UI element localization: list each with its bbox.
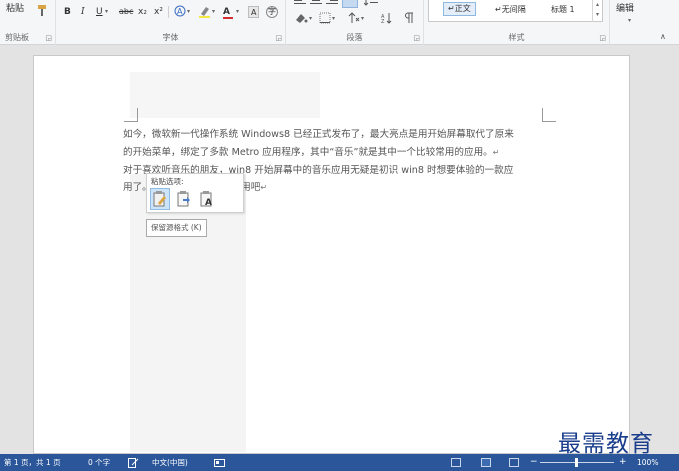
paragraph-line-2: 的开始菜单，绑定了多款 Metro 应用程序，其中“音乐”就是其中一个比较常用的… [123, 144, 553, 162]
paste-options-popup: 粘贴选项: A [146, 173, 244, 213]
subscript-button[interactable]: x₂ [138, 5, 147, 19]
selection-shadow [130, 174, 246, 452]
page[interactable]: 如今，微软新一代操作系统 Windows8 已经正式发布了，最大亮点是用开始屏幕… [33, 55, 630, 454]
styles-group-title: 样式 [508, 33, 525, 42]
keep-source-formatting-icon[interactable] [150, 188, 170, 210]
font-group-title: 字体 [162, 33, 179, 42]
svg-text:A: A [177, 7, 183, 16]
highlight-icon[interactable] [198, 5, 211, 19]
highlight-dropdown-icon[interactable]: ▾ [212, 5, 215, 19]
chinese-layout-dropdown-icon[interactable]: ▾ [361, 12, 364, 26]
format-painter-icon[interactable] [36, 4, 48, 18]
style-normal[interactable]: ↵正文 [443, 2, 476, 16]
document-area: 如今，微软新一代操作系统 Windows8 已经正式发布了，最大亮点是用开始屏幕… [0, 45, 679, 454]
zoom-level[interactable]: 100% [637, 454, 658, 471]
line-spacing-icon[interactable] [363, 0, 378, 10]
style-no-spacing[interactable]: ↵无间隔 [495, 4, 526, 15]
align-center-icon[interactable] [310, 0, 322, 10]
paragraph-mark-icon: ↵ [492, 147, 500, 157]
watermark-logo: 最需教育 [558, 431, 654, 457]
text-effects-dropdown-icon[interactable]: ▾ [187, 5, 190, 19]
chinese-layout-icon[interactable] [348, 12, 360, 26]
paragraph-group-title: 段落 [346, 33, 363, 42]
font-color-letter: A [223, 7, 230, 17]
shading-dropdown-icon[interactable]: ▾ [309, 12, 312, 26]
print-layout-icon[interactable] [481, 458, 491, 467]
divider [168, 6, 169, 18]
italic-button[interactable]: I [81, 5, 85, 19]
font-color-bar [223, 17, 233, 19]
font-color-dropdown-icon[interactable]: ▾ [236, 5, 239, 19]
font-color-button[interactable]: A [223, 5, 233, 19]
styles-scroll-icon[interactable]: ▴ ▾ [592, 0, 602, 22]
paragraph-line-1: 如今，微软新一代操作系统 Windows8 已经正式发布了，最大亮点是用开始屏幕… [123, 129, 514, 140]
enclose-char-button[interactable]: 字 [266, 6, 278, 18]
zoom-slider-thumb[interactable] [575, 458, 578, 467]
justify-icon[interactable] [342, 0, 358, 8]
web-layout-icon[interactable] [509, 458, 519, 467]
superscript-button[interactable]: x² [154, 5, 163, 19]
keep-text-only-icon[interactable]: A [197, 188, 217, 210]
macro-icon[interactable] [214, 454, 225, 471]
underline-button[interactable]: U [96, 5, 103, 19]
shading-icon[interactable] [294, 12, 308, 26]
status-bar: 第 1 页，共 1 页 0 个字 中文(中国) − + 100% [0, 454, 679, 471]
style-heading-1[interactable]: 标题 1 [551, 4, 575, 15]
editing-group: 编辑 ▾ ∧ [610, 0, 679, 45]
strikethrough-button[interactable]: abc [119, 5, 133, 19]
svg-text:A: A [205, 198, 212, 207]
ribbon: 粘贴 剪贴板 ◲ B I U ▾ abc x₂ x² A ▾ ▾ A ▾ A 字… [0, 0, 679, 45]
collapse-ribbon-icon[interactable]: ∧ [660, 30, 666, 44]
language[interactable]: 中文(中国) [152, 454, 188, 471]
paragraph-group: ▾ ▾ ▾ AZ 段落 ◲ [286, 0, 424, 45]
word-count[interactable]: 0 个字 [88, 454, 110, 471]
bold-button[interactable]: B [64, 5, 71, 19]
paragraph-launcher-icon[interactable]: ◲ [413, 34, 420, 42]
clipboard-launcher-icon[interactable]: ◲ [45, 34, 52, 42]
font-launcher-icon[interactable]: ◲ [275, 34, 282, 42]
align-left-icon[interactable] [294, 0, 306, 10]
borders-dropdown-icon[interactable]: ▾ [332, 12, 335, 26]
page-count[interactable]: 第 1 页，共 1 页 [4, 454, 61, 471]
paste-button[interactable]: 粘贴 [6, 2, 24, 16]
char-shading-button[interactable]: A [248, 6, 260, 18]
header-region[interactable] [130, 72, 320, 118]
text-effects-icon[interactable]: A [174, 5, 186, 19]
editing-button[interactable]: 编辑 [616, 2, 634, 16]
crop-mark-top-right [542, 108, 556, 122]
show-marks-icon[interactable] [404, 12, 414, 26]
crop-mark-top-left [124, 108, 138, 122]
align-right-icon[interactable] [326, 0, 338, 10]
merge-formatting-icon[interactable] [174, 188, 194, 210]
paragraph-mark-icon: ↵ [260, 183, 268, 193]
zoom-out-button[interactable]: − [530, 454, 538, 471]
read-mode-icon[interactable] [451, 458, 461, 467]
editing-dropdown-icon[interactable]: ▾ [628, 14, 631, 28]
zoom-in-button[interactable]: + [619, 454, 627, 471]
clipboard-group: 粘贴 剪贴板 ◲ [0, 0, 56, 45]
paste-options-title: 粘贴选项: [151, 177, 184, 186]
paragraph-line-2-text: 的开始菜单，绑定了多款 Metro 应用程序，其中“音乐”就是其中一个比较常用的… [123, 146, 493, 158]
svg-text:Z: Z [381, 19, 385, 24]
sort-icon[interactable]: AZ [381, 12, 393, 26]
paste-tooltip: 保留源格式 (K) [146, 219, 207, 237]
styles-launcher-icon[interactable]: ◲ [599, 34, 606, 42]
proofing-icon[interactable] [128, 454, 139, 471]
styles-gallery: ↵正文 ↵无间隔 标题 1 ▴ ▾ [428, 0, 603, 22]
borders-icon[interactable] [319, 12, 331, 26]
underline-dropdown-icon[interactable]: ▾ [105, 5, 108, 19]
font-group: B I U ▾ abc x₂ x² A ▾ ▾ A ▾ A 字 字体 ◲ [56, 0, 286, 45]
